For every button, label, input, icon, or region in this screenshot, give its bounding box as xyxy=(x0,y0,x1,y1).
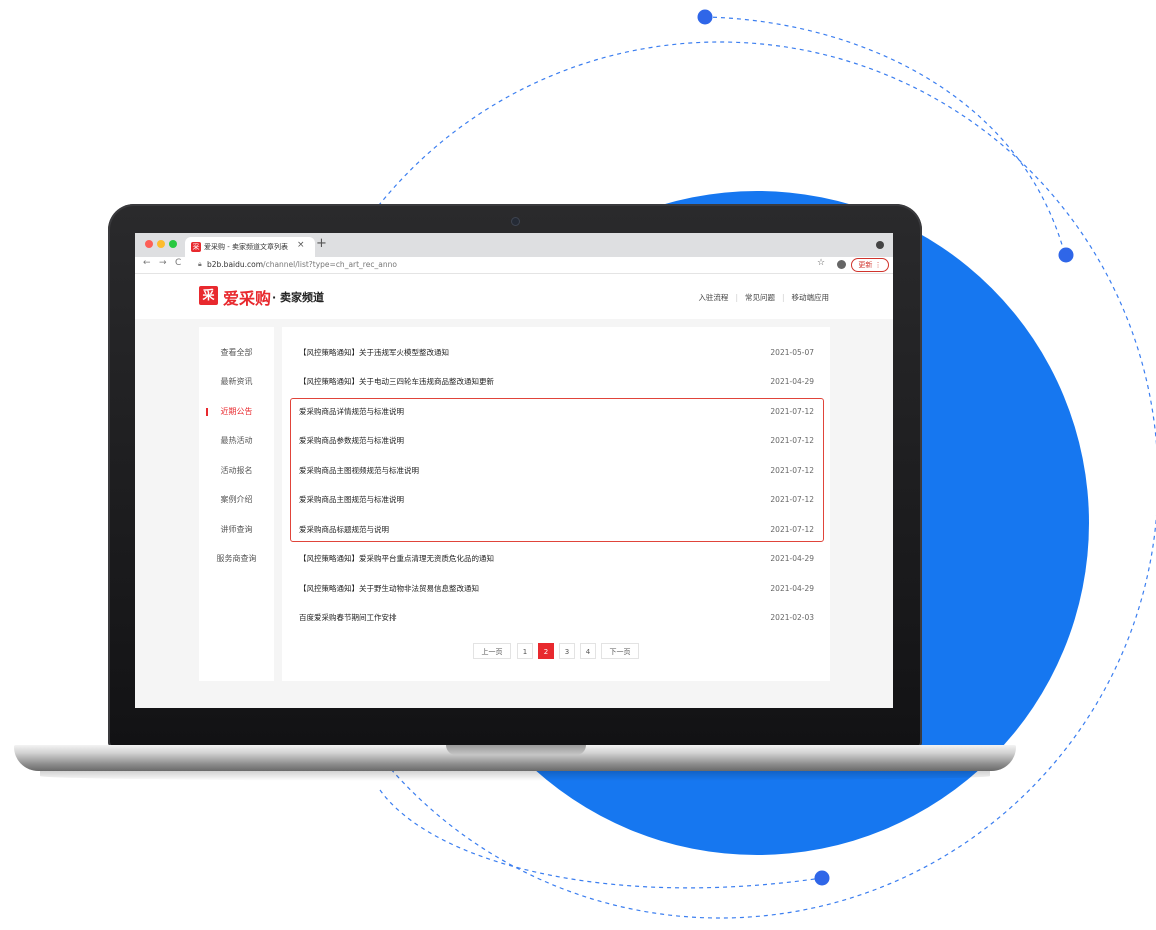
orbit-dot-bottom xyxy=(814,870,830,886)
next-page-button[interactable]: 下一页 xyxy=(601,643,639,659)
extensions-icon[interactable] xyxy=(876,241,884,249)
list-item[interactable]: 百度爱采购春节期间工作安排 2021-02-03 xyxy=(299,608,814,628)
link-mobile-app[interactable]: 移动端应用 xyxy=(792,293,830,302)
list-item[interactable]: 【风控策略通知】关于电动三四轮车违规商品整改通知更新 2021-04-29 xyxy=(299,372,814,392)
highlight-box xyxy=(290,398,824,542)
tab-bar: 采 爱采购 - 卖家频道文章列表 × + xyxy=(135,233,893,257)
maximize-window-icon[interactable] xyxy=(169,240,177,248)
logo-icon[interactable]: 采 xyxy=(199,286,218,305)
article-title[interactable]: 【风控策略通知】关于野生动物非法贸易信息整改通知 xyxy=(299,579,479,599)
pagination: 上一页 1 2 3 4 下一页 xyxy=(282,643,830,661)
camera-icon xyxy=(512,218,519,225)
laptop-shadow xyxy=(40,771,990,781)
sidebar-item-lecturers[interactable]: 讲师查询 xyxy=(199,520,274,540)
url-field[interactable]: b2b.baidu.com/channel/list?type=ch_art_r… xyxy=(207,260,397,269)
list-item[interactable]: 【风控策略通知】关于野生动物非法贸易信息整改通知 2021-04-29 xyxy=(299,579,814,599)
sidebar-item-hot-events[interactable]: 最热活动 xyxy=(199,431,274,451)
sidebar-item-all[interactable]: 查看全部 xyxy=(199,343,274,363)
back-icon[interactable]: ← xyxy=(143,258,151,268)
orbit-dot-right xyxy=(1058,247,1074,263)
sidebar-item-providers[interactable]: 服务商查询 xyxy=(199,549,274,569)
sidebar-item-event-signup[interactable]: 活动报名 xyxy=(199,461,274,481)
page-button-1[interactable]: 1 xyxy=(517,643,533,659)
favicon-icon: 采 xyxy=(191,242,201,252)
logo-text[interactable]: 爱采购 xyxy=(223,285,271,309)
list-item[interactable]: 【风控策略通知】关于违规军火模型整改通知 2021-05-07 xyxy=(299,343,814,363)
sidebar-item-news[interactable]: 最新资讯 xyxy=(199,372,274,392)
sidebar-item-announcements[interactable]: 近期公告 xyxy=(199,402,274,422)
bookmark-star-icon[interactable]: ☆ xyxy=(817,258,825,268)
prev-page-button[interactable]: 上一页 xyxy=(473,643,511,659)
address-bar: ← → C 🔒︎ b2b.baidu.com/channel/list?type… xyxy=(135,257,893,274)
article-date: 2021-05-07 xyxy=(770,348,814,357)
page-button-2[interactable]: 2 xyxy=(538,643,554,659)
close-window-icon[interactable] xyxy=(145,240,153,248)
list-item[interactable]: 【风控策略通知】爱采购平台重点清理无资质危化品的通知 2021-04-29 xyxy=(299,549,814,569)
article-date: 2021-02-03 xyxy=(770,613,814,622)
link-faq[interactable]: 常见问题 xyxy=(745,293,775,302)
article-title[interactable]: 【风控策略通知】爱采购平台重点清理无资质危化品的通知 xyxy=(299,549,494,569)
profile-icon[interactable] xyxy=(837,260,846,269)
browser-window: 采 爱采购 - 卖家频道文章列表 × + ← → C 🔒︎ b2b.baidu.… xyxy=(135,233,893,708)
laptop-notch xyxy=(446,745,586,755)
article-date: 2021-04-29 xyxy=(770,554,814,563)
top-links: 入驻流程 | 常见问题 | 移动端应用 xyxy=(698,293,830,302)
forward-icon[interactable]: → xyxy=(159,258,167,268)
article-title[interactable]: 【风控策略通知】关于电动三四轮车违规商品整改通知更新 xyxy=(299,372,494,392)
logo-subtitle: · 卖家频道 xyxy=(272,291,325,304)
site-header: 采 爱采购 · 卖家频道 入驻流程 | 常见问题 | 移动端应用 xyxy=(135,274,893,319)
article-list: 【风控策略通知】关于违规军火模型整改通知 2021-05-07 【风控策略通知】关… xyxy=(282,327,830,681)
browser-tab[interactable]: 采 爱采购 - 卖家频道文章列表 × xyxy=(185,237,315,257)
minimize-window-icon[interactable] xyxy=(157,240,165,248)
new-tab-icon[interactable]: + xyxy=(316,236,327,252)
article-title[interactable]: 【风控策略通知】关于违规军火模型整改通知 xyxy=(299,343,449,363)
orbit-dot-top xyxy=(697,9,713,25)
page-button-3[interactable]: 3 xyxy=(559,643,575,659)
link-join-process[interactable]: 入驻流程 xyxy=(698,293,728,302)
page-button-4[interactable]: 4 xyxy=(580,643,596,659)
tab-title: 爱采购 - 卖家频道文章列表 xyxy=(204,243,288,251)
article-date: 2021-04-29 xyxy=(770,584,814,593)
article-date: 2021-04-29 xyxy=(770,377,814,386)
tab-close-icon[interactable]: × xyxy=(297,240,305,250)
sidebar: 查看全部 最新资讯 近期公告 最热活动 活动报名 案例介绍 讲师查询 服务商查询 xyxy=(199,327,274,681)
article-title[interactable]: 百度爱采购春节期间工作安排 xyxy=(299,608,397,628)
update-button[interactable]: 更新 ⋮ xyxy=(851,258,889,272)
sidebar-item-cases[interactable]: 案例介绍 xyxy=(199,490,274,510)
reload-icon[interactable]: C xyxy=(175,258,181,268)
lock-icon: 🔒︎ xyxy=(198,260,202,268)
